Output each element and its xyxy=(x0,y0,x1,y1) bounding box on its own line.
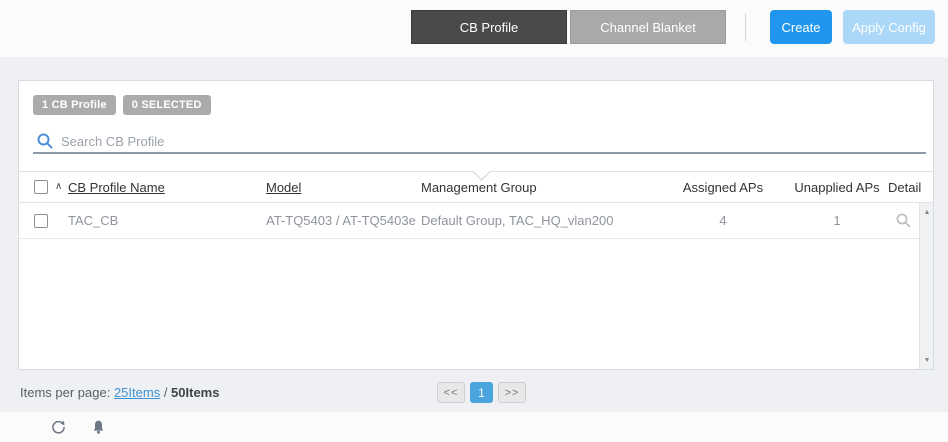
profile-count-badge: 1 CB Profile xyxy=(33,95,116,115)
column-header-management-group: Management Group xyxy=(421,180,537,195)
search-bar[interactable]: Search CB Profile xyxy=(19,129,935,155)
items-per-page-link[interactable]: 25Items xyxy=(114,385,160,400)
create-button[interactable]: Create xyxy=(770,10,832,44)
top-bar: CB Profile Channel Blanket Create Apply … xyxy=(0,0,948,57)
items-per-page: Items per page: 25Items / 50Items xyxy=(20,385,219,400)
scroll-down-icon[interactable]: ▼ xyxy=(920,353,934,367)
column-header-cb-profile-name[interactable]: CB Profile Name xyxy=(68,180,165,195)
items-per-page-separator: / xyxy=(160,385,172,400)
sort-ascending-icon[interactable]: ∧ xyxy=(55,181,62,192)
refresh-icon[interactable] xyxy=(50,419,67,441)
cell-cb-profile-name: TAC_CB xyxy=(68,213,119,228)
cb-profile-panel: 1 CB Profile 0 SELECTED Search CB Profil… xyxy=(18,80,934,370)
cell-management-group: Default Group, TAC_HQ_vlan200 xyxy=(421,213,614,228)
pagination-page-1-button[interactable]: 1 xyxy=(470,382,493,403)
apply-config-button[interactable]: Apply Config xyxy=(843,10,935,44)
search-input[interactable]: Search CB Profile xyxy=(61,134,164,149)
select-all-checkbox[interactable] xyxy=(34,180,48,194)
tab-channel-blanket[interactable]: Channel Blanket xyxy=(570,10,726,44)
toolbar-divider xyxy=(745,13,746,41)
view-tabs: CB Profile Channel Blanket xyxy=(411,10,726,44)
column-header-unapplied-aps: Unapplied APs xyxy=(794,180,880,195)
tab-cb-profile[interactable]: CB Profile xyxy=(411,10,567,44)
pagination-next-button[interactable]: >> xyxy=(498,382,526,403)
items-per-page-max: 50Items xyxy=(171,385,220,400)
column-header-detail: Detail xyxy=(888,180,922,195)
items-per-page-label: Items per page: xyxy=(20,385,111,400)
cell-model: AT-TQ5403 / AT-TQ5403e xyxy=(266,213,416,228)
row-checkbox[interactable] xyxy=(34,214,48,228)
pagination-prev-button[interactable]: << xyxy=(437,382,465,403)
table-row[interactable]: TAC_CB AT-TQ5403 / AT-TQ5403e Default Gr… xyxy=(19,203,920,239)
notifications-bell-icon[interactable] xyxy=(90,419,107,441)
bottom-bar xyxy=(0,412,948,442)
detail-magnifier-icon[interactable] xyxy=(895,212,912,234)
cell-unapplied-aps: 1 xyxy=(833,213,841,228)
cell-assigned-aps: 4 xyxy=(719,213,727,228)
scroll-up-icon[interactable]: ▲ xyxy=(920,205,934,219)
selected-count-badge: 0 SELECTED xyxy=(122,95,211,115)
search-underline xyxy=(33,152,926,154)
pagination: << 1 >> xyxy=(437,382,526,403)
column-header-model[interactable]: Model xyxy=(266,180,301,195)
badge-row: 1 CB Profile 0 SELECTED xyxy=(33,95,211,115)
table-scrollbar[interactable]: ▲ ▼ xyxy=(919,203,933,369)
column-header-assigned-aps: Assigned APs xyxy=(682,180,764,195)
